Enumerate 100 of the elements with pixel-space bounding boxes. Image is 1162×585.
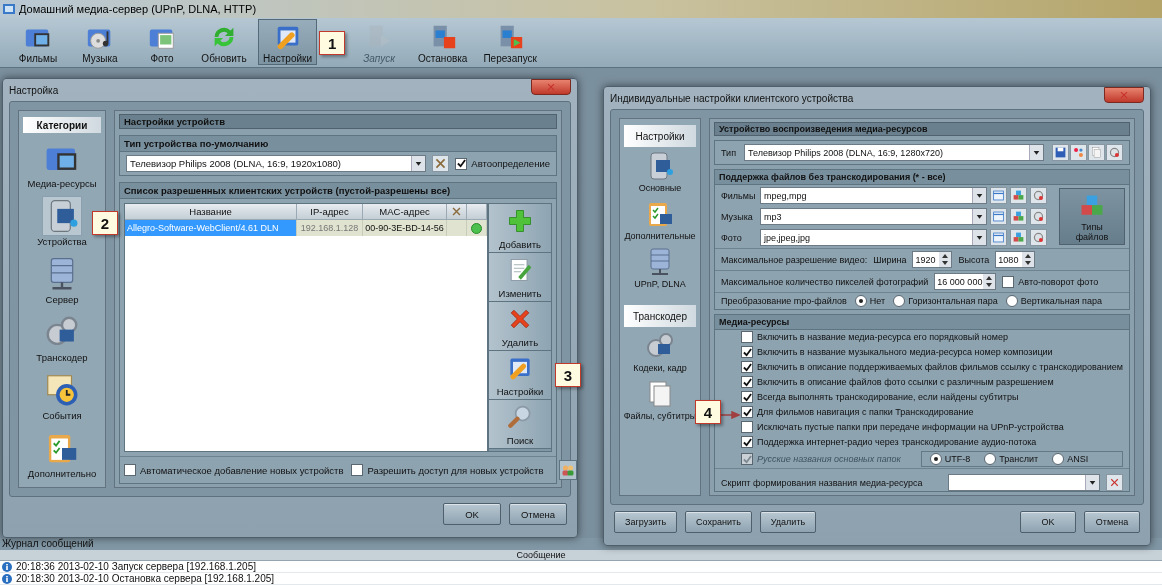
toolbar-button[interactable]: Фильмы [10,19,66,65]
category-item[interactable]: Устройства [37,195,87,249]
checkbox[interactable] [741,421,753,433]
checkbox[interactable] [741,361,753,373]
spinner-arrows-icon [939,252,952,267]
gear-icon [1032,210,1045,223]
field-label: Фото [721,232,743,243]
checkbox[interactable] [741,331,753,343]
checkbox-label: Поддержка интернет-радио через транскодирование аудио-потока [757,437,1037,447]
settings-button[interactable] [1030,208,1047,225]
cubes-button[interactable] [1010,229,1027,246]
gear-icon [1108,146,1121,159]
close-button[interactable] [1104,87,1144,103]
category-item[interactable]: Транскодер [36,311,88,365]
list-button[interactable] [990,187,1007,204]
side-button[interactable]: Удалить [489,302,551,351]
clear-button[interactable] [1106,474,1123,491]
dialog-button[interactable]: Загрузить [614,511,678,533]
checkbox[interactable] [741,346,753,358]
dialog-button[interactable]: Удалить [759,511,817,533]
dialog-title: Индивидуальные настройки клиентского устройства [610,92,854,104]
toolbar-button[interactable]: Перезапуск [478,19,542,65]
number-spinner[interactable]: 16 000 000 [934,273,997,290]
cubes-button[interactable] [1010,187,1027,204]
radio-button[interactable] [854,295,867,307]
checkbox-label: Автоопределение [471,158,550,169]
copy-icon [1090,146,1103,159]
close-icon [1118,89,1130,101]
list-button[interactable] [990,229,1007,246]
plus-icon [506,207,534,235]
column-header: Название [125,204,297,220]
side-button[interactable]: Добавить [489,204,551,253]
settings-button[interactable] [1030,187,1047,204]
category-item[interactable]: Дополнительно [27,427,97,481]
toolbar-button[interactable]: Остановка [413,19,473,65]
dialog-button[interactable]: Сохранить [685,511,752,533]
checkbox[interactable] [741,436,753,448]
dropdown-field[interactable]: mpeg,mpg [760,187,987,204]
callout-number: 3 [555,363,581,387]
category-item[interactable]: Сервер [43,253,81,307]
dialog-button[interactable]: Отмена [509,503,567,525]
save-button[interactable] [1052,144,1069,161]
checkbox[interactable] [741,391,753,403]
callout-number: 1 [319,31,346,55]
settings-button[interactable] [1106,144,1123,161]
spinner-arrows-icon [983,274,996,289]
dialog-button[interactable]: Отмена [1084,511,1140,533]
number-spinner[interactable]: 1920 [912,251,953,268]
toolbar-button[interactable]: Обновить [196,19,252,65]
dropdown-field[interactable]: Телевизор Philips 2008 (DLNA, 16:9, 1280x720) [744,144,1044,161]
category-item[interactable]: Медиа-ресурсы [27,137,97,191]
nav-item[interactable]: Кодеки, кадр [633,328,687,375]
checkbox[interactable] [455,157,468,170]
dropdown-field[interactable]: jpe,jpeg,jpg [760,229,987,246]
dialog-button[interactable]: OK [1020,511,1076,533]
tool-button[interactable] [1070,144,1087,161]
checkbox[interactable] [351,464,364,476]
checkbox-label: Для фильмов навигация с папки Транскодирование [757,407,974,417]
close-button[interactable] [531,79,571,95]
radio-button[interactable] [1005,295,1018,307]
radio-button[interactable] [893,295,906,307]
column-header: Сообщение [516,550,566,560]
side-button[interactable]: Поиск [489,400,551,449]
toolbar-button[interactable]: Музыка [72,19,128,65]
dialog-button[interactable]: OK [443,503,501,525]
radio-label: Транслит [999,454,1039,464]
number-spinner[interactable]: 1080 [995,251,1036,268]
caret-icon [411,156,426,171]
checkbox-label: Исключать пустые папки при передаче информации на UPnP-устройства [757,422,1064,432]
toolbar-button[interactable]: Фото [134,19,190,65]
dropdown-field[interactable] [948,474,1100,491]
file-types-button[interactable]: Типы файлов [1059,188,1125,245]
column-header: IP-адрес [297,204,363,220]
users-button[interactable] [559,460,578,480]
checkbox[interactable] [124,464,136,476]
checkbox-label: Авто-поворот фото [1018,276,1099,287]
nav-item[interactable]: Дополнительные [624,196,696,243]
side-button[interactable]: Изменить [489,253,551,302]
checkbox-label: Включить в название медиа-ресурса его порядковый номер [757,332,1009,342]
field-label: Ширина [873,254,907,265]
cubes-button[interactable] [1010,208,1027,225]
category-item[interactable]: События [42,369,82,423]
radio-label: Вертикальная пара [1020,296,1102,306]
nav-item[interactable]: Основные [638,148,682,195]
callout-number: 4 [695,400,721,424]
checkbox[interactable] [741,406,753,418]
dropdown-field[interactable]: mp3 [760,208,987,225]
nav-item[interactable]: UPnP, DLNA [634,244,686,291]
list-icon [992,189,1005,202]
checkbox-label: Разрешить доступ для новых устройств [367,464,544,476]
checkbox[interactable] [1002,275,1015,288]
dropdown-field[interactable]: Телевизор Philips 2008 (DLNA, 16:9, 1920x1080) [126,155,427,172]
checkbox[interactable] [741,376,753,388]
callout-arrow [721,411,741,419]
side-button[interactable]: Настройки [489,351,551,400]
copy-button[interactable] [1088,144,1105,161]
list-button[interactable] [990,208,1007,225]
radio-label: ANSI [1067,454,1089,464]
toolbar-button[interactable]: Настройки [258,19,318,65]
settings-button[interactable] [1030,229,1047,246]
